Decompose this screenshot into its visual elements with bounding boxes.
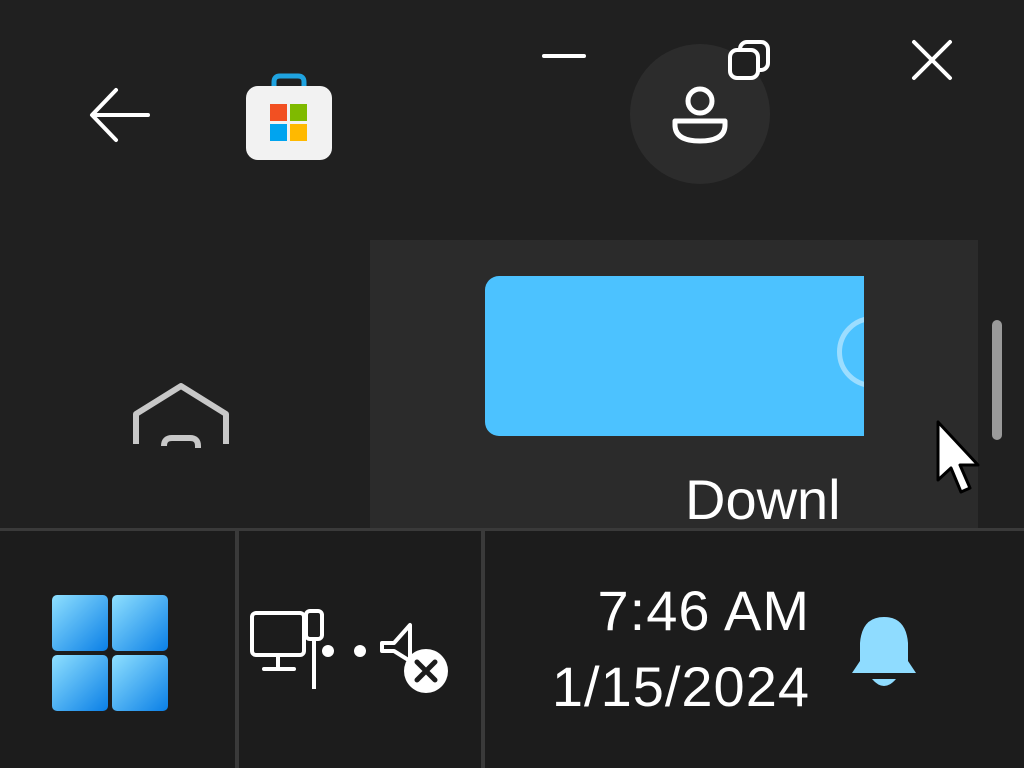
- close-button[interactable]: [902, 34, 962, 86]
- back-button[interactable]: [78, 78, 162, 152]
- network-disconnected-icon: [250, 609, 366, 689]
- windows-logo-icon: [52, 595, 168, 711]
- screen: Downl 7:46 AM 1/15/2024: [0, 0, 1024, 768]
- volume-muted-icon: [380, 623, 448, 693]
- notification-button[interactable]: [846, 613, 922, 693]
- taskbar-divider: [481, 531, 485, 768]
- microsoft-store-logo: [244, 72, 334, 162]
- minimize-button[interactable]: [538, 38, 590, 78]
- taskbar-divider: [235, 531, 239, 768]
- promo-clip: Downl: [485, 276, 864, 526]
- cursor-arrow-icon: [936, 420, 980, 494]
- home-icon: [133, 383, 229, 448]
- back-arrow-icon: [90, 88, 150, 142]
- taskbar-clock[interactable]: 7:46 AM 1/15/2024: [520, 575, 810, 725]
- tray-icons-svg: [250, 609, 448, 693]
- minimize-icon: [542, 54, 586, 58]
- restore-button[interactable]: [722, 36, 776, 84]
- content-panel: Downl: [370, 240, 978, 530]
- start-button[interactable]: [50, 593, 170, 713]
- nav-item-home[interactable]: [126, 380, 236, 448]
- microsoft-store-icon: [246, 73, 332, 160]
- restore-icon: [728, 40, 770, 80]
- download-label: Downl: [685, 468, 841, 527]
- bell-icon: [852, 617, 916, 686]
- scrollbar-thumb[interactable]: [992, 320, 1002, 440]
- loading-ring-icon: [837, 316, 864, 388]
- taskbar: 7:46 AM 1/15/2024: [0, 528, 1024, 768]
- mouse-cursor: [934, 420, 986, 496]
- close-icon: [912, 40, 952, 80]
- clock-time: 7:46 AM: [597, 579, 810, 642]
- person-icon: [672, 86, 728, 144]
- system-tray[interactable]: [248, 607, 458, 699]
- clock-date: 1/15/2024: [551, 655, 810, 718]
- promo-card[interactable]: [485, 276, 864, 436]
